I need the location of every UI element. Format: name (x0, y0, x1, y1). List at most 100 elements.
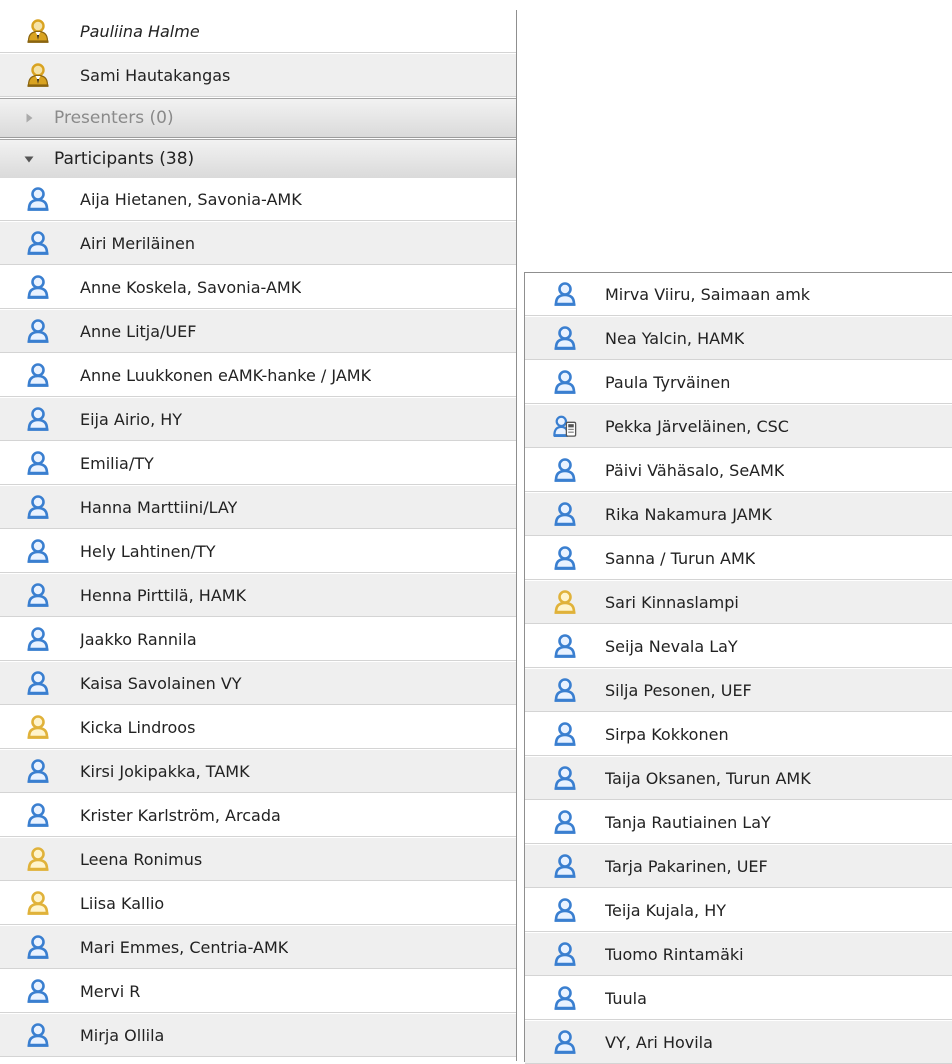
attendee-row[interactable]: Liisa Kallio (0, 882, 516, 925)
attendee-name: Aija Hietanen, Savonia-AMK (80, 189, 302, 209)
presenters-section-header[interactable]: Presenters (0) (0, 98, 516, 138)
attendee-row[interactable]: Anne Litja/UEF (0, 310, 516, 353)
blue-participant-icon (26, 626, 50, 652)
attendee-name: Taija Oksanen, Turun AMK (605, 768, 811, 788)
attendee-row[interactable]: Tanja Rautiainen LaY (525, 801, 952, 844)
attendee-row[interactable]: Hanna Marttiini/LAY (0, 486, 516, 529)
expand-arrow-down-icon[interactable] (24, 154, 34, 164)
attendee-name: Päivi Vähäsalo, SeAMK (605, 460, 785, 480)
host-icon (26, 62, 50, 88)
attendee-name: Kirsi Jokipakka, TAMK (80, 761, 250, 781)
attendee-name: Mervi R (80, 981, 141, 1001)
attendee-row[interactable]: Airi Meriläinen (0, 222, 516, 265)
blue-participant-icon (553, 897, 577, 923)
blue-participant-icon (26, 934, 50, 960)
attendee-row[interactable]: Tuomo Rintamäki (525, 933, 952, 976)
blue-participant-icon (26, 362, 50, 388)
yellow-participant-icon (26, 846, 50, 872)
yellow-participant-icon (26, 890, 50, 916)
attendee-name: VY, Ari Hovila (605, 1032, 713, 1052)
blue-participant-icon (26, 406, 50, 432)
attendee-name: Airi Meriläinen (80, 233, 195, 253)
attendee-row[interactable]: Anne Luukkonen eAMK-hanke / JAMK (0, 354, 516, 397)
yellow-participant-icon (26, 714, 50, 740)
attendee-row[interactable]: Leena Ronimus (0, 838, 516, 881)
participants-section-header[interactable]: Participants (38) (0, 139, 516, 179)
attendee-name: Pauliina Halme (80, 21, 200, 41)
attendee-row[interactable]: Mervi R (0, 970, 516, 1013)
attendee-row[interactable]: Emilia/TY (0, 442, 516, 485)
blue-participant-icon (553, 853, 577, 879)
blue-participant-icon (26, 538, 50, 564)
attendee-row[interactable]: Kaisa Savolainen VY (0, 662, 516, 705)
blue-participant-icon (553, 281, 577, 307)
attendee-row[interactable]: Krister Karlström, Arcada (0, 794, 516, 837)
attendee-row[interactable]: Hely Lahtinen/TY (0, 530, 516, 573)
blue-participant-icon (26, 494, 50, 520)
blue-participant-icon (553, 721, 577, 747)
blue-participant-icon (553, 325, 577, 351)
attendee-row[interactable]: Pekka Järveläinen, CSC (525, 405, 952, 448)
attendee-row[interactable]: Aija Hietanen, Savonia-AMK (0, 178, 516, 221)
presenters-section-header-label: Presenters (0) (54, 108, 174, 128)
attendee-name: Anne Luukkonen eAMK-hanke / JAMK (80, 365, 372, 385)
blue-participant-icon (26, 758, 50, 784)
attendee-row[interactable]: Paula Tyrväinen (525, 361, 952, 404)
attendee-row[interactable]: Jaakko Rannila (0, 618, 516, 661)
attendee-name: Hanna Marttiini/LAY (80, 497, 238, 517)
attendee-name: Kaisa Savolainen VY (80, 673, 242, 693)
attendee-name: Rika Nakamura JAMK (605, 504, 772, 524)
attendee-row[interactable]: Eija Airio, HY (0, 398, 516, 441)
attendee-row[interactable]: Nea Yalcin, HAMK (525, 317, 952, 360)
attendee-list-left-panel: Pauliina Halme Sami Hautakangas Presenters… (0, 10, 517, 1061)
attendee-row[interactable]: Kicka Lindroos (0, 706, 516, 749)
attendee-row[interactable]: Tuula (525, 977, 952, 1020)
attendee-row[interactable]: Taija Oksanen, Turun AMK (525, 757, 952, 800)
blue-participant-icon (553, 545, 577, 571)
attendee-row[interactable]: Teija Kujala, HY (525, 889, 952, 932)
attendee-name: Mari Emmes, Centria-AMK (80, 937, 289, 957)
blue-participant-icon (26, 582, 50, 608)
blue-participant-icon (553, 369, 577, 395)
attendee-row[interactable]: Mirja Ollila (0, 1014, 516, 1057)
attendee-name: Jaakko Rannila (80, 629, 197, 649)
blue-participant-icon (26, 318, 50, 344)
yellow-participant-icon (553, 589, 577, 615)
blue-participant-icon (26, 670, 50, 696)
attendee-row[interactable]: Henna Pirttilä, HAMK (0, 574, 516, 617)
attendee-row[interactable]: Pauliina Halme (0, 10, 516, 53)
attendee-name: Tuomo Rintamäki (605, 944, 744, 964)
attendee-row[interactable]: Seija Nevala LaY (525, 625, 952, 668)
attendee-row[interactable]: Mirva Viiru, Saimaan amk (525, 273, 952, 316)
participants-section-header-label: Participants (38) (54, 149, 195, 169)
blue-participant-icon (553, 677, 577, 703)
attendee-row[interactable]: VY, Ari Hovila (525, 1021, 952, 1064)
blue-participant-icon (26, 274, 50, 300)
attendee-name: Sanna / Turun AMK (605, 548, 756, 568)
blue-participant-icon (26, 230, 50, 256)
blue-participant-icon (553, 809, 577, 835)
expand-arrow-right-icon[interactable] (24, 113, 34, 123)
attendee-row[interactable]: Rika Nakamura JAMK (525, 493, 952, 536)
attendee-name: Teija Kujala, HY (605, 900, 726, 920)
attendee-name: Silja Pesonen, UEF (605, 680, 752, 700)
attendee-row[interactable]: Kirsi Jokipakka, TAMK (0, 750, 516, 793)
attendee-name: Leena Ronimus (80, 849, 203, 869)
blue-participant-icon (553, 457, 577, 483)
attendee-name: Eija Airio, HY (80, 409, 183, 429)
attendee-row[interactable]: Tarja Pakarinen, UEF (525, 845, 952, 888)
attendee-row[interactable]: Sari Kinnaslampi (525, 581, 952, 624)
host-icon (26, 18, 50, 44)
attendee-row[interactable]: Mari Emmes, Centria-AMK (0, 926, 516, 969)
attendee-row[interactable]: Sanna / Turun AMK (525, 537, 952, 580)
attendee-name: Sari Kinnaslampi (605, 592, 739, 612)
attendee-name: Seija Nevala LaY (605, 636, 738, 656)
attendee-name: Krister Karlström, Arcada (80, 805, 281, 825)
attendee-row[interactable]: Sami Hautakangas (0, 54, 516, 97)
attendee-row[interactable]: Anne Koskela, Savonia-AMK (0, 266, 516, 309)
attendee-row[interactable]: Silja Pesonen, UEF (525, 669, 952, 712)
attendee-row[interactable]: Sirpa Kokkonen (525, 713, 952, 756)
attendee-name: Tuula (605, 988, 647, 1008)
blue-participant-icon (26, 1022, 50, 1048)
attendee-row[interactable]: Päivi Vähäsalo, SeAMK (525, 449, 952, 492)
